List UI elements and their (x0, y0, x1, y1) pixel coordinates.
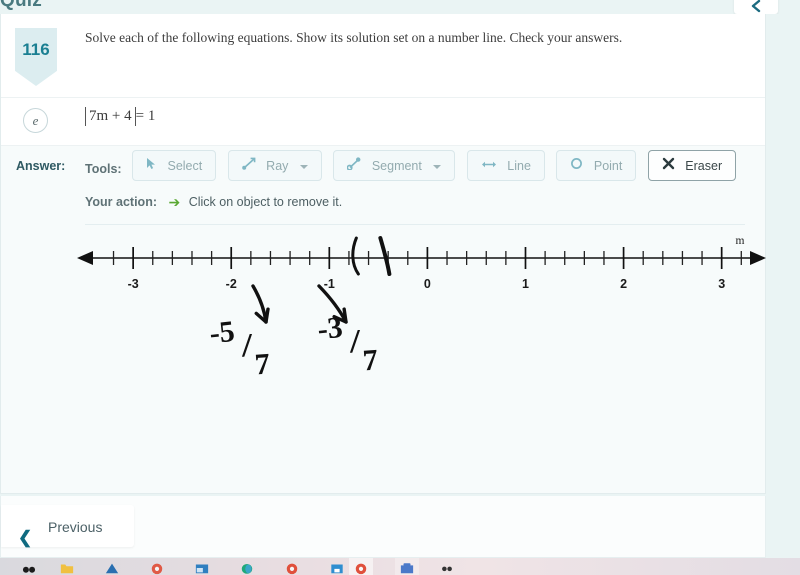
tool-label: Eraser (685, 159, 723, 173)
previous-button[interactable]: ❮ Previous (1, 505, 134, 547)
answer-label: Answer: (16, 159, 66, 173)
point-circle-icon (570, 151, 583, 181)
green-arrow-right-icon: ➔ (168, 194, 181, 210)
question-card: 116 Solve each of the following equation… (0, 14, 767, 575)
equation-expression: 7m + 4 = 1 (85, 107, 155, 126)
absolute-value-expression: 7m + 4 (85, 107, 136, 126)
store-icon[interactable] (330, 561, 344, 575)
your-action-row: Your action: ➔ Click on object to remove… (85, 194, 342, 211)
svg-text:-3: -3 (316, 311, 344, 346)
tool-label: Select (167, 159, 203, 173)
svg-text:-2: -2 (226, 277, 237, 291)
folder-blue-icon[interactable] (400, 561, 414, 575)
chevron-collapse-icon (751, 0, 761, 13)
tool-label: Line (507, 159, 531, 173)
tool-button-ray[interactable]: Ray (227, 150, 322, 181)
divider (85, 224, 745, 225)
tool-button-line[interactable]: Line (466, 150, 545, 181)
cursor-arrow-icon (146, 151, 157, 181)
equation-row: e 7m + 4 = 1 (1, 98, 765, 146)
tool-button-select[interactable]: Select (132, 150, 217, 181)
page-title: Quiz (0, 0, 42, 11)
question-header-row: 116 Solve each of the following equation… (1, 14, 765, 98)
svg-text:-5: -5 (208, 315, 236, 350)
tools-label: Tools: (85, 162, 122, 176)
svg-text:m: m (736, 235, 745, 247)
tool-button-point[interactable]: Point (556, 150, 637, 181)
chevron-left-icon: ❮ (18, 528, 33, 547)
footer-bar: ❮ Previous (0, 496, 766, 558)
tool-button-eraser[interactable]: Eraser (647, 150, 737, 181)
chrome-alt-icon[interactable] (285, 561, 299, 575)
collapse-panel-button[interactable] (734, 0, 778, 14)
svg-text:7: 7 (254, 348, 271, 382)
number-line-svg[interactable]: -3 -2 -1 0 1 2 3m-5/7-3/7 (1, 234, 767, 404)
svg-text:-3: -3 (128, 277, 139, 291)
ray-icon (241, 151, 256, 181)
svg-text:2: 2 (620, 277, 627, 291)
drive-icon[interactable] (105, 561, 119, 575)
os-taskbar[interactable] (0, 558, 800, 575)
previous-label: Previous (48, 519, 103, 535)
equation-rhs: = 1 (135, 108, 156, 124)
svg-text:/: / (349, 323, 360, 360)
folder-icon[interactable] (60, 561, 74, 575)
title-strip: Quiz (0, 0, 800, 14)
chrome-icon[interactable] (150, 561, 164, 575)
opera-icon[interactable] (240, 561, 254, 575)
quiz-screen: Quiz 116 Solve each of the following equ… (0, 0, 800, 575)
line-icon (481, 151, 497, 181)
tool-label: Ray (266, 159, 289, 173)
segment-icon (346, 151, 361, 181)
handwritten-annotation: -5/7 (208, 315, 271, 382)
window-icon[interactable] (195, 561, 209, 575)
chevron-down-icon[interactable] (433, 164, 442, 169)
chrome-active-icon[interactable] (354, 561, 368, 575)
question-number-badge: 116 (15, 28, 57, 86)
svg-text:-1: -1 (324, 277, 335, 291)
tool-button-segment[interactable]: Segment (333, 150, 456, 181)
svg-text:3: 3 (718, 277, 725, 291)
binoculars-icon[interactable] (22, 561, 36, 575)
svg-text:1: 1 (522, 277, 529, 291)
svg-text:0: 0 (424, 277, 431, 291)
tool-label: Segment (371, 159, 422, 173)
subquestion-letter: e (23, 108, 48, 133)
settings-icon[interactable] (440, 561, 454, 575)
your-action-text: Click on object to remove it. (188, 195, 343, 209)
answer-area: Answer: Tools: Select Ray Segment Line P… (1, 146, 767, 575)
chevron-down-icon[interactable] (299, 164, 308, 169)
svg-text:/: / (241, 327, 252, 364)
tool-bar: Select Ray Segment Line Point Eraser (132, 150, 743, 181)
tool-label: Point (593, 159, 623, 173)
x-eraser-icon (662, 151, 675, 181)
svg-text:7: 7 (362, 344, 379, 378)
number-line-canvas[interactable]: -3 -2 -1 0 1 2 3 m -5/7 -3/7 (1, 234, 767, 404)
question-prompt: Solve each of the following equations. S… (85, 30, 623, 45)
your-action-label: Your action: (85, 195, 157, 209)
